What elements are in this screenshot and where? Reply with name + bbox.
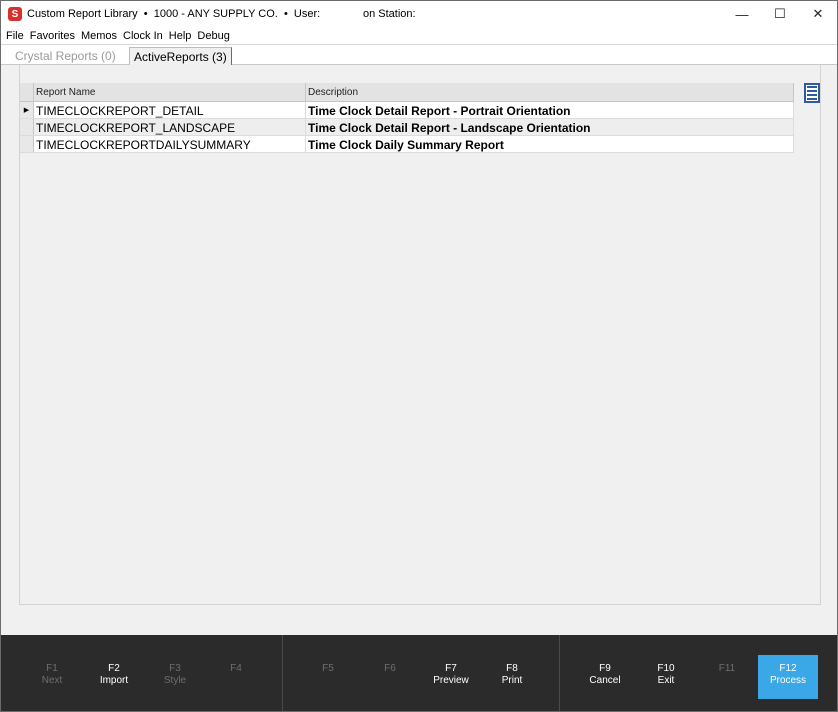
window-title: Custom Report Library • 1000 - ANY SUPPL…: [27, 8, 416, 20]
maximize-button[interactable]: ☐: [761, 1, 799, 27]
description-cell[interactable]: Time Clock Detail Report - Landscape Ori…: [306, 119, 794, 135]
f6-button[interactable]: F6: [360, 655, 420, 699]
grid-options-menu-icon[interactable]: [804, 83, 820, 103]
table-row[interactable]: TIMECLOCKREPORT_LANDSCAPE Time Clock Det…: [20, 119, 794, 136]
report-name-cell[interactable]: TIMECLOCKREPORT_DETAIL: [34, 102, 306, 118]
menu-help[interactable]: Help: [169, 30, 192, 42]
fkey-key: F2: [108, 663, 120, 674]
report-type-tabs: Crystal Reports (0) ActiveReports (3): [1, 45, 837, 65]
menu-line: [807, 98, 817, 100]
description-cell[interactable]: Time Clock Detail Report - Portrait Orie…: [306, 102, 794, 118]
menu-bar: File Favorites Memos Clock In Help Debug: [1, 27, 837, 45]
f4-button[interactable]: F4: [206, 655, 266, 699]
f3-style-button[interactable]: F3 Style: [145, 655, 205, 699]
fkey-label: Print: [501, 675, 523, 686]
f12-process-button[interactable]: F12 Process: [758, 655, 818, 699]
f2-import-button[interactable]: F2 Import: [84, 655, 144, 699]
f5-button[interactable]: F5: [298, 655, 358, 699]
menu-memos[interactable]: Memos: [81, 30, 117, 42]
fkey-group-divider: [282, 635, 283, 711]
menu-line: [807, 90, 817, 92]
menu-file[interactable]: File: [6, 30, 24, 42]
menu-debug[interactable]: Debug: [197, 30, 229, 42]
description-cell[interactable]: Time Clock Daily Summary Report: [306, 136, 794, 152]
report-name-cell[interactable]: TIMECLOCKREPORT_LANDSCAPE: [34, 119, 306, 135]
fkey-label: Import: [99, 675, 129, 686]
fkey-label: Cancel: [589, 675, 621, 686]
report-list-panel: Report Name Description ▶ TIMECLOCKREPOR…: [19, 65, 821, 605]
tab-active-reports[interactable]: ActiveReports (3): [129, 47, 232, 65]
f7-preview-button[interactable]: F7 Preview: [421, 655, 481, 699]
fkey-key: F8: [506, 663, 518, 674]
title-bar[interactable]: S Custom Report Library • 1000 - ANY SUP…: [1, 1, 837, 27]
column-header-description[interactable]: Description: [306, 83, 794, 101]
column-header-report-name[interactable]: Report Name: [34, 83, 306, 101]
report-grid: Report Name Description ▶ TIMECLOCKREPOR…: [20, 83, 794, 153]
fkey-key: F3: [169, 663, 181, 674]
f8-print-button[interactable]: F8 Print: [482, 655, 542, 699]
row-selector[interactable]: [20, 136, 34, 152]
function-key-bar: F1 Next F2 Import F3 Style F4 F5 F6 F7 Previ…: [1, 635, 837, 711]
tab-crystal-reports[interactable]: Crystal Reports (0): [11, 47, 120, 65]
fkey-group-divider: [559, 635, 560, 711]
fkey-key: F7: [445, 663, 457, 674]
report-name-cell[interactable]: TIMECLOCKREPORTDAILYSUMMARY: [34, 136, 306, 152]
fkey-key: F9: [599, 663, 611, 674]
fkey-key: F5: [322, 663, 334, 674]
fkey-label: Preview: [433, 675, 469, 686]
fkey-label: Exit: [657, 675, 675, 686]
fkey-label: Next: [41, 675, 63, 686]
table-row[interactable]: ▶ TIMECLOCKREPORT_DETAIL Time Clock Deta…: [20, 102, 794, 119]
fkey-key: F6: [384, 663, 396, 674]
close-button[interactable]: ✕: [799, 1, 837, 27]
current-row-arrow-icon: ▶: [20, 102, 34, 118]
table-row[interactable]: TIMECLOCKREPORTDAILYSUMMARY Time Clock D…: [20, 136, 794, 153]
minimize-button[interactable]: —: [723, 1, 761, 27]
f1-next-button[interactable]: F1 Next: [22, 655, 82, 699]
row-selector[interactable]: [20, 119, 34, 135]
fkey-key: F11: [718, 663, 736, 674]
row-header-corner: [20, 83, 34, 101]
app-logo-icon: S: [8, 7, 22, 21]
fkey-label: Style: [163, 675, 187, 686]
fkey-label: Process: [769, 675, 807, 686]
fkey-key: F12: [779, 663, 797, 674]
menu-line: [807, 94, 817, 96]
menu-clock-in[interactable]: Clock In: [123, 30, 163, 42]
menu-line: [807, 86, 817, 88]
grid-header: Report Name Description: [20, 83, 794, 102]
fkey-key: F10: [657, 663, 675, 674]
f11-button[interactable]: F11: [697, 655, 757, 699]
fkey-key: F1: [46, 663, 58, 674]
fkey-key: F4: [230, 663, 242, 674]
f9-cancel-button[interactable]: F9 Cancel: [575, 655, 635, 699]
f10-exit-button[interactable]: F10 Exit: [636, 655, 696, 699]
app-window: S Custom Report Library • 1000 - ANY SUP…: [0, 0, 838, 712]
menu-favorites[interactable]: Favorites: [30, 30, 75, 42]
window-controls: — ☐ ✕: [723, 1, 837, 27]
